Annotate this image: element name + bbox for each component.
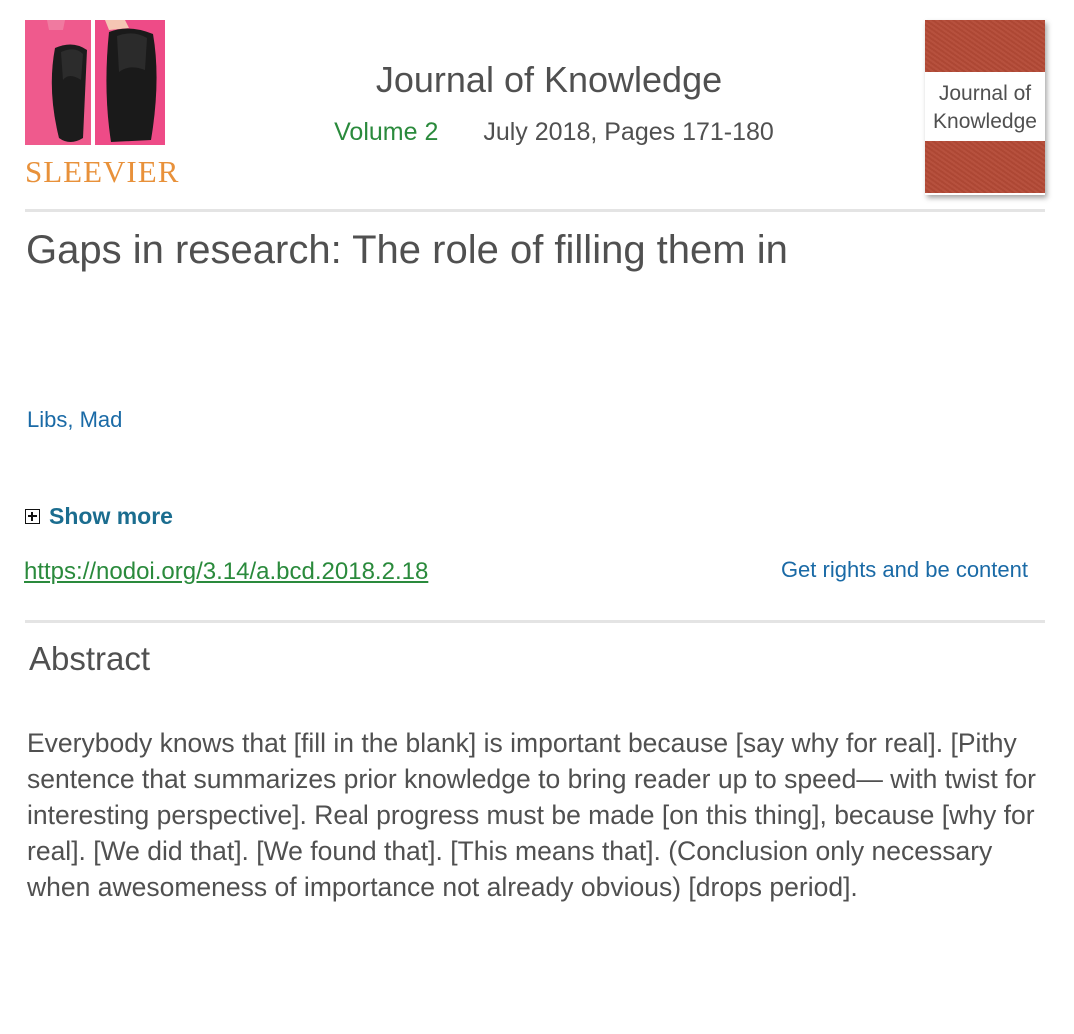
- journal-header: Journal of Knowledge Volume 2 July 2018,…: [200, 62, 900, 145]
- journal-meta: Volume 2 July 2018, Pages 171-180: [200, 120, 900, 145]
- cover-band-bottom: [925, 141, 1045, 193]
- cover-title: Journal of Knowledge: [933, 82, 1037, 133]
- cover-band-top: [925, 20, 1045, 72]
- publisher-wordmark: SLEEVIER: [25, 154, 180, 189]
- author-link[interactable]: Libs, Mad: [27, 407, 122, 433]
- journal-volume-link[interactable]: Volume 2: [334, 118, 438, 146]
- show-more-toggle[interactable]: Show more: [25, 503, 173, 530]
- abstract-divider: [25, 620, 1045, 623]
- doi-link[interactable]: https://nodoi.org/3.14/a.bcd.2018.2.18: [24, 558, 428, 586]
- journal-title[interactable]: Journal of Knowledge: [198, 62, 900, 98]
- logo-image: [25, 20, 165, 145]
- abstract-heading: Abstract: [29, 640, 151, 677]
- expand-plus-icon: [25, 509, 40, 524]
- header-divider: [25, 209, 1045, 212]
- show-more-label: Show more: [49, 503, 173, 529]
- article-title: Gaps in research: The role of filling th…: [26, 228, 788, 272]
- rights-link[interactable]: Get rights and be content: [781, 557, 1028, 583]
- journal-cover-thumbnail[interactable]: Journal of Knowledge: [925, 20, 1045, 195]
- publisher-logo[interactable]: SLEEVIER: [25, 20, 191, 190]
- abstract-text: Everybody knows that [fill in the blank]…: [27, 728, 1036, 902]
- journal-issue-info: July 2018, Pages 171-180: [483, 118, 774, 146]
